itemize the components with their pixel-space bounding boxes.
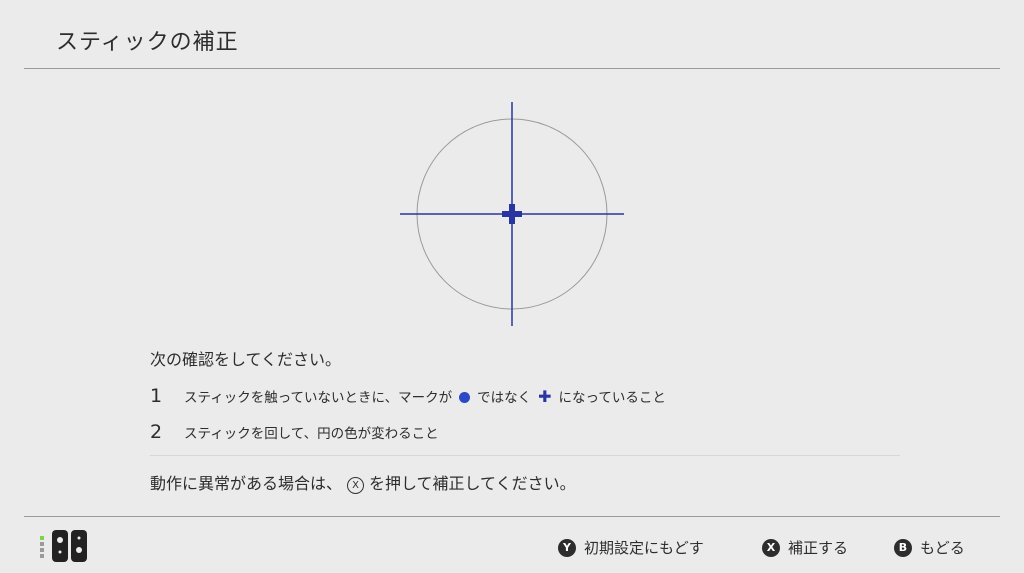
notice-text-after: を押して補正してください。	[369, 474, 576, 493]
y-button-icon: Y	[558, 538, 576, 557]
calibrate-label: 補正する	[788, 539, 849, 557]
step-text-before: スティックを触っていないときに、マークが	[184, 390, 453, 406]
instructions: 次の確認をしてください。 1 スティックを触っていないときに、マークが ではなく ✚…	[150, 346, 666, 456]
joy-con-pair-icon	[40, 528, 92, 564]
step-number: 1	[150, 385, 163, 407]
step-text: スティックを触っていないときに、マークが ではなく ✚ になっていること	[184, 386, 666, 406]
section-divider	[150, 455, 900, 456]
back-label: もどる	[920, 539, 965, 557]
instruction-step-2: 2 スティックを回して、円の色が変わること	[150, 420, 666, 444]
step-number: 2	[150, 421, 163, 443]
header-divider	[24, 68, 1000, 69]
notice-text-before: 動作に異常がある場合は、	[150, 474, 343, 493]
step-text-middle: ではなく	[477, 390, 532, 406]
blue-dot-icon	[459, 392, 471, 403]
step-text-after: になっていること	[558, 390, 666, 406]
player-led-icon	[40, 548, 44, 552]
stick-position-plus-icon	[502, 204, 522, 224]
player-led-icon	[40, 536, 44, 540]
instruction-prompt: 次の確認をしてください。	[150, 350, 342, 369]
plus-icon: ✚	[538, 387, 552, 406]
x-button-icon: X	[347, 477, 365, 494]
instruction-step-1: 1 スティックを触っていないときに、マークが ではなく ✚ になっていること	[150, 384, 666, 408]
reset-defaults-label: 初期設定にもどす	[584, 539, 704, 557]
step-text: スティックを回して、円の色が変わること	[184, 426, 439, 442]
joy-con-shape	[52, 530, 87, 562]
b-button-icon: B	[894, 538, 912, 557]
calibrate-button[interactable]: X 補正する	[762, 537, 848, 558]
reset-defaults-button[interactable]: Y 初期設定にもどす	[558, 537, 704, 558]
calibration-notice: 動作に異常がある場合は、 X を押して補正してください。	[150, 470, 576, 494]
x-button-icon: X	[762, 538, 780, 557]
stick-calibration-display	[398, 100, 628, 328]
back-button[interactable]: B もどる	[894, 537, 965, 558]
player-led-icon	[40, 554, 44, 558]
footer: Y 初期設定にもどす X 補正する B もどる	[0, 517, 1024, 573]
player-led-icon	[40, 542, 44, 546]
stick-diagram	[400, 102, 624, 326]
page-title: スティックの補正	[56, 30, 239, 55]
